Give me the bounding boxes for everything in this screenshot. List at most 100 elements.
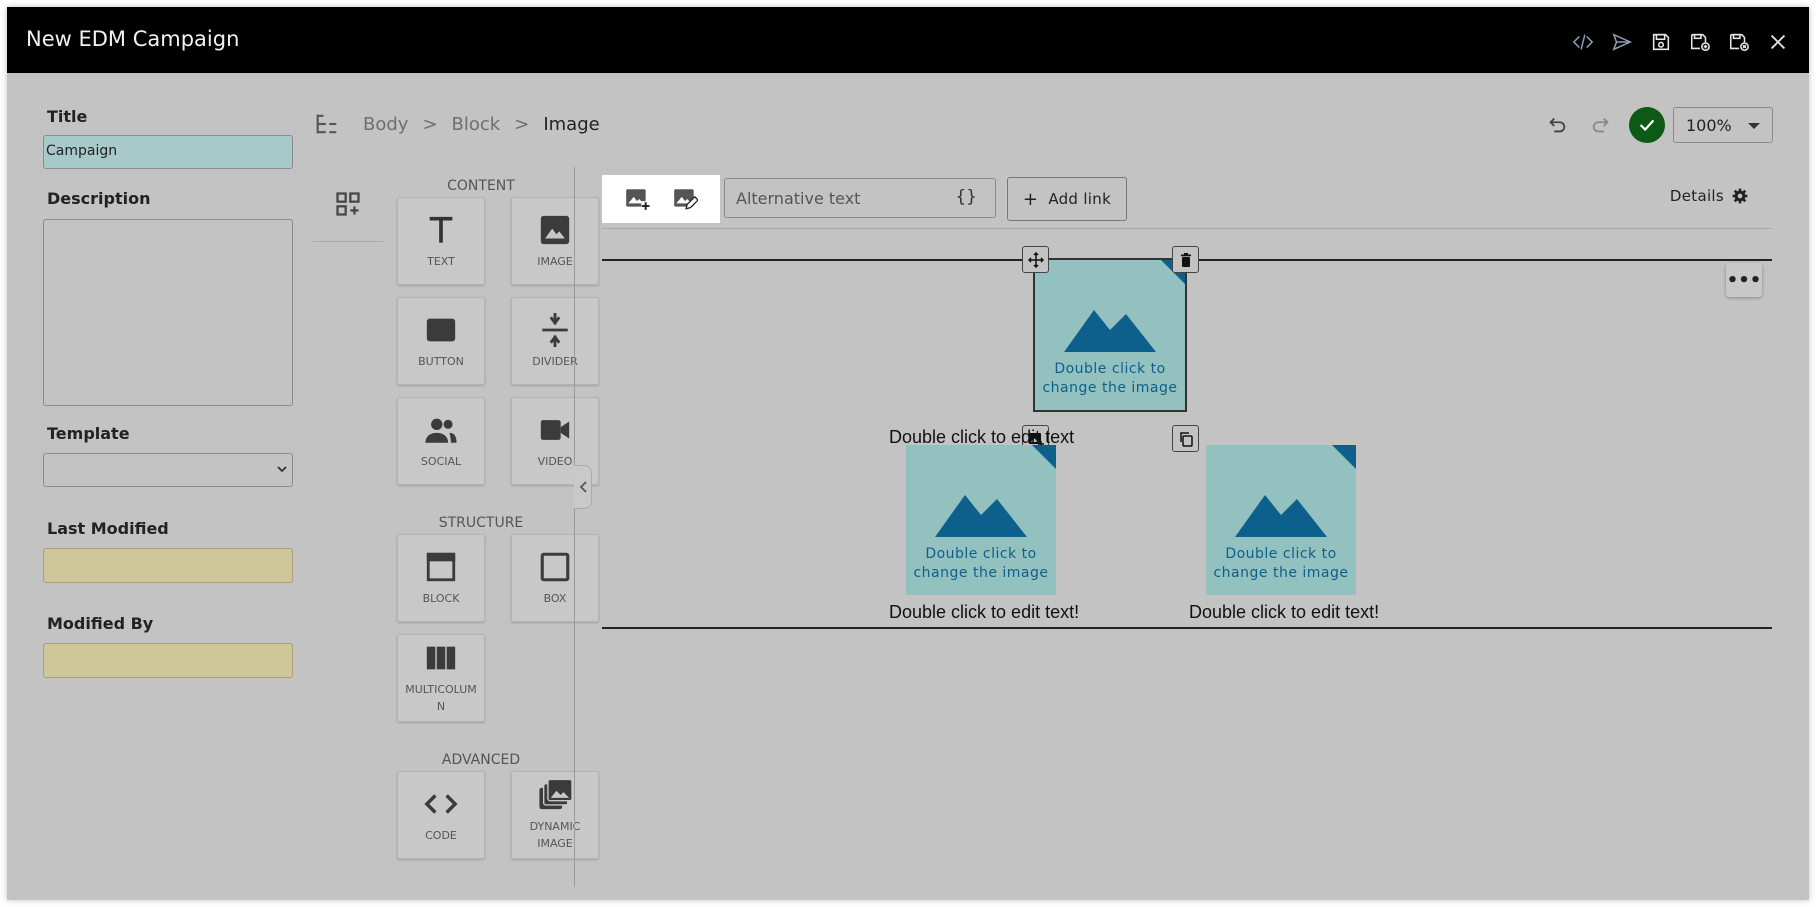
palette-tile-label: SOCIAL: [420, 454, 462, 468]
save-button[interactable]: [1641, 29, 1680, 55]
palette-box-tile[interactable]: BOX: [511, 534, 599, 622]
editable-text[interactable]: Double click to edit text!: [1189, 602, 1379, 623]
check-icon: [1639, 119, 1655, 132]
gear-icon: [1732, 188, 1748, 204]
description-label: Description: [47, 189, 151, 208]
breadcrumb-item-block[interactable]: Block: [452, 114, 501, 135]
image-label-line1: Double click to: [1054, 361, 1166, 377]
palette-tile-label: VIDEO: [537, 454, 573, 468]
validate-button[interactable]: [1629, 107, 1665, 143]
palette-divider-tile[interactable]: DIVIDER: [511, 297, 599, 385]
modified-by-field: [43, 643, 293, 678]
breadcrumb-item-body[interactable]: Body: [363, 114, 408, 135]
dynamic-image-icon: [539, 778, 572, 810]
image-label-line1: Double click to: [1225, 546, 1337, 562]
save-and-close-button[interactable]: [1719, 29, 1758, 55]
palette-button-tile[interactable]: BUTTON: [397, 297, 485, 385]
chevron-left-icon: [579, 481, 587, 493]
send-icon: [1611, 33, 1632, 51]
redo-icon: [1592, 117, 1609, 133]
editor-window: New EDM Campaign Title Campaign Descript…: [7, 7, 1809, 900]
mountain-placeholder-icon: [935, 495, 1027, 537]
selected-image-block[interactable]: Double click to change the image: [1033, 258, 1187, 412]
duplicate-handle[interactable]: [1172, 425, 1199, 452]
merge-tag-button[interactable]: {}: [955, 187, 977, 207]
text-icon: [429, 216, 453, 243]
move-handle[interactable]: [1022, 246, 1049, 273]
palette-tile-label: BUTTON: [418, 354, 464, 368]
template-select[interactable]: [43, 453, 293, 487]
breadcrumb-item-image[interactable]: Image: [543, 114, 599, 135]
palette-dynamic-image-tile[interactable]: DYNAMIC IMAGE: [511, 771, 599, 859]
modified-by-label: Modified By: [47, 614, 154, 633]
palette-tile-label: TEXT: [427, 254, 455, 268]
editable-text[interactable]: Double click to edit text!: [889, 602, 1079, 623]
email-editor: Body > Block > Image 100% CONTENT TEXT I…: [313, 107, 1773, 887]
add-link-label: Add link: [1048, 190, 1112, 208]
save-as-button[interactable]: [1680, 29, 1719, 55]
alt-text-input[interactable]: Alternative text {}: [724, 178, 996, 218]
alt-text-placeholder: Alternative text: [736, 188, 861, 208]
zoom-value: 100%: [1686, 115, 1732, 135]
palette-tile-label: DYNAMIC IMAGE: [530, 818, 581, 852]
add-image-icon[interactable]: [624, 186, 650, 212]
title-label: Title: [47, 107, 88, 126]
image-label-line2: change the image: [1213, 565, 1349, 581]
advanced-section-title: ADVANCED: [441, 752, 521, 768]
palette-code-tile[interactable]: CODE: [397, 771, 485, 859]
email-canvas: ••• Double click to change the image Doub…: [602, 246, 1772, 729]
image-block[interactable]: Double click to change the image: [906, 445, 1056, 595]
palette-tile-label: IMAGE: [537, 254, 573, 268]
block-icon: [426, 552, 456, 581]
title-input[interactable]: Campaign: [43, 135, 293, 169]
image-placeholder-label: Double click to change the image: [1213, 545, 1348, 583]
add-link-button[interactable]: + Add link: [1007, 177, 1127, 221]
breadcrumb: Body > Block > Image: [313, 107, 600, 141]
block-more-options-button[interactable]: •••: [1726, 263, 1762, 297]
code-icon: [1572, 34, 1593, 50]
palette-block-tile[interactable]: BLOCK: [397, 534, 485, 622]
window-title: New EDM Campaign: [26, 27, 240, 51]
code-view-button[interactable]: [1563, 29, 1602, 55]
image-icon: [540, 215, 570, 244]
palette-tile-label-line1: DYNAMIC: [529, 820, 581, 833]
move-icon: [1027, 251, 1044, 268]
description-textarea[interactable]: [43, 219, 293, 406]
zoom-select[interactable]: 100%: [1673, 107, 1773, 143]
edit-image-icon[interactable]: [672, 186, 698, 212]
image-corner-fold: [1032, 445, 1056, 469]
palette-multicolumn-tile[interactable]: MULTICOLUM N: [397, 634, 485, 722]
image-block[interactable]: Double click to change the image: [1206, 445, 1356, 595]
redo-button[interactable]: [1579, 108, 1623, 142]
details-button[interactable]: Details: [1670, 187, 1748, 205]
save-as-icon: [1690, 33, 1710, 52]
code-icon: [424, 793, 458, 814]
blocks-tab[interactable]: [313, 167, 383, 242]
image-label-line2: change the image: [913, 565, 1049, 581]
image-actions: [602, 175, 720, 223]
mountain-placeholder-icon: [1235, 495, 1327, 537]
caret-down-icon: [1748, 123, 1760, 129]
toolbar-divider: [602, 228, 1772, 229]
palette-tile-label: DIVIDER: [532, 354, 578, 368]
button-icon: [426, 318, 456, 341]
image-toolbar: Alternative text {} + Add link Details: [602, 175, 1772, 231]
delete-handle[interactable]: [1172, 246, 1199, 273]
palette-image-tile[interactable]: IMAGE: [511, 197, 599, 285]
title-bar: New EDM Campaign: [7, 7, 1809, 73]
block-palette: CONTENT TEXT IMAGE BUTTON DIVIDER SOCIAL: [313, 167, 599, 887]
send-button[interactable]: [1602, 29, 1641, 55]
palette-social-tile[interactable]: SOCIAL: [397, 397, 485, 485]
block-bottom-border: [602, 627, 1772, 629]
trash-icon: [1180, 252, 1191, 267]
mountain-placeholder-icon: [1064, 310, 1156, 352]
breadcrumb-separator: >: [422, 113, 438, 135]
palette-tile-label-line2: IMAGE: [537, 837, 573, 850]
content-section-title: CONTENT: [447, 178, 515, 194]
palette-text-tile[interactable]: TEXT: [397, 197, 485, 285]
undo-button[interactable]: [1535, 108, 1579, 142]
tree-structure-icon[interactable]: [313, 110, 341, 138]
palette-tile-label: BOX: [543, 591, 567, 605]
collapse-palette-button[interactable]: [574, 465, 592, 509]
close-button[interactable]: [1758, 29, 1797, 55]
